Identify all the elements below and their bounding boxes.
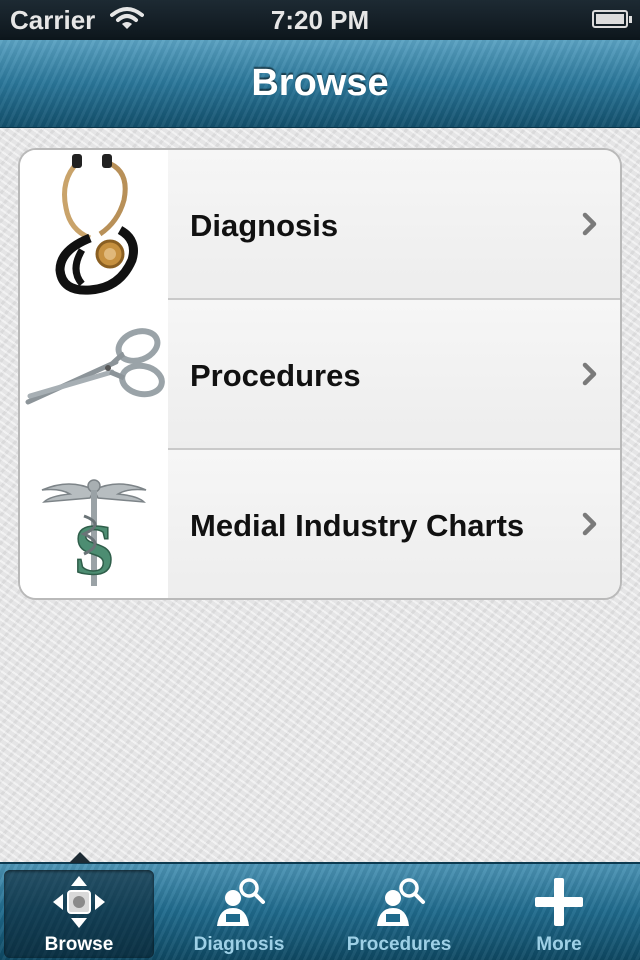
- tab-bar: Browse Diagnosis Procedures More: [0, 852, 640, 960]
- tab-label-diagnosis: Diagnosis: [193, 934, 285, 955]
- scissors-icon: [20, 300, 168, 450]
- navigation-bar: Browse: [0, 40, 640, 128]
- chevron-right-icon: [582, 512, 597, 536]
- row-label-medial-industry-charts: Medial Industry Charts: [190, 508, 525, 543]
- selected-tab-pointer: [69, 852, 91, 863]
- tab-more[interactable]: More: [484, 870, 634, 958]
- content-area: Diagnosis Procedures S Medial Industry C…: [0, 128, 640, 862]
- stethoscope-icon: [20, 150, 168, 300]
- browse-table: Diagnosis Procedures S Medial Industry C…: [18, 148, 622, 600]
- tab-label-browse: Browse: [44, 934, 114, 955]
- status-bar: Carrier 7:20 PM: [0, 0, 640, 40]
- person-search-icon: [377, 878, 425, 926]
- person-search-icon: [217, 878, 265, 926]
- browse-arrows-icon: [53, 876, 105, 928]
- chevron-right-icon: [582, 212, 597, 236]
- caduceus-dollar-icon: S: [20, 450, 168, 598]
- table-row-diagnosis[interactable]: Diagnosis: [20, 150, 620, 300]
- status-time: 7:20 PM: [270, 5, 370, 35]
- table-row-procedures[interactable]: Procedures: [20, 300, 620, 450]
- battery-icon: [592, 10, 632, 28]
- tab-label-more: More: [536, 934, 582, 955]
- table-row-medial-industry-charts[interactable]: S Medial Industry Charts: [20, 450, 620, 598]
- tab-label-procedures: Procedures: [346, 934, 452, 955]
- tab-procedures[interactable]: Procedures: [324, 870, 474, 958]
- chevron-right-icon: [582, 362, 597, 386]
- row-label-diagnosis: Diagnosis: [190, 208, 339, 243]
- plus-icon: [535, 878, 583, 926]
- tab-browse[interactable]: Browse: [4, 870, 154, 958]
- page-title: Browse: [251, 62, 389, 104]
- tab-diagnosis[interactable]: Diagnosis: [164, 870, 314, 958]
- row-label-procedures: Procedures: [190, 358, 361, 393]
